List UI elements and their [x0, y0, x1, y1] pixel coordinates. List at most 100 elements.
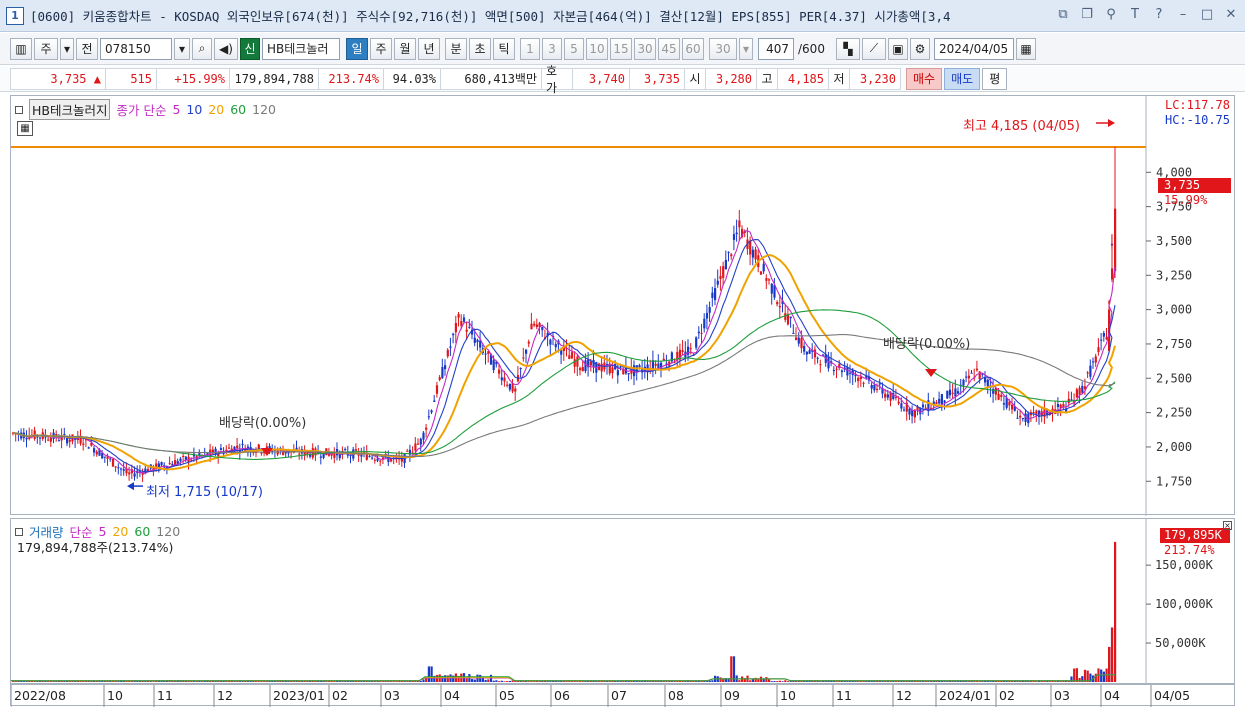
close-icon[interactable]: ✕ — [1223, 6, 1239, 22]
volume-bar — [503, 681, 506, 682]
volume-bar — [1108, 646, 1111, 682]
up-arrow-icon: ▲ — [93, 71, 101, 86]
volume-bar — [530, 681, 533, 682]
candle-body — [716, 280, 719, 285]
volume-chart-panel[interactable]: 150,000K 100,000K 50,000K 거래량 단순 5 20 60 1… — [10, 518, 1236, 685]
interval-3[interactable]: 3 — [542, 37, 562, 60]
volume-bar — [1102, 671, 1105, 682]
time-tick-label: 09 — [724, 688, 740, 703]
volume-bar — [152, 681, 155, 682]
ma20-line — [12, 253, 1116, 471]
volume-bar — [797, 681, 800, 682]
settings-gear-icon[interactable]: ⚙ — [910, 37, 930, 60]
trendline-icon[interactable]: ⟋ — [862, 37, 886, 60]
window-number-badge[interactable]: 1 — [6, 6, 24, 25]
minimize-icon[interactable]: – — [1175, 6, 1191, 22]
buy-button[interactable]: 매수 — [906, 67, 943, 90]
candle-body — [878, 383, 881, 385]
candle-body — [514, 388, 517, 392]
candle-body — [179, 458, 182, 461]
indicator-icon[interactable]: ▚ — [836, 37, 860, 60]
help-icon[interactable]: ? — [1151, 6, 1167, 22]
stock-code-input[interactable]: 078150 — [100, 37, 172, 60]
search-icon[interactable]: ⌕ — [192, 37, 212, 60]
interval-10[interactable]: 10 — [586, 37, 608, 60]
interval-5[interactable]: 5 — [564, 37, 584, 60]
volume-ratio: 213.74% — [318, 67, 384, 90]
volume-bar — [495, 680, 498, 682]
candle-body — [508, 383, 511, 390]
period-second[interactable]: 초 — [469, 37, 491, 60]
last-volume-tag: 179,895K — [1160, 528, 1230, 543]
period-day[interactable]: 일 — [346, 37, 368, 60]
volume-current: 179,894,788주(213.74%) — [17, 540, 174, 555]
candle-body — [454, 322, 457, 333]
volume-chart-svg[interactable]: 150,000K 100,000K 50,000K — [11, 519, 1236, 685]
price-chart-panel[interactable]: 4,000 3,750 3,500 3,250 3,000 2,750 2,500 2,250… — [10, 95, 1236, 516]
candle-body — [228, 447, 231, 449]
date-input[interactable]: 2024/04/05 — [934, 37, 1014, 60]
candle-body — [63, 433, 66, 435]
volume-legend-toggle-icon[interactable] — [15, 527, 23, 536]
candle-body — [573, 359, 576, 367]
legend-ma120: 120 — [252, 102, 276, 117]
candle-body — [446, 349, 449, 357]
prev-button[interactable]: 전 — [76, 37, 98, 60]
volume-bar — [427, 666, 430, 682]
candle-body — [122, 469, 125, 471]
candle-body — [93, 448, 96, 453]
table-view-icon[interactable]: ▦ — [17, 121, 33, 136]
price-chart-svg[interactable]: 4,0003,7503,5003,2503,0002,7502,5002,250… — [11, 96, 1236, 516]
last-price-tag: 3,735 — [1158, 178, 1231, 193]
layout-icon[interactable]: ▥ — [10, 37, 32, 60]
pin-icon[interactable]: ⚲ — [1103, 6, 1119, 22]
candle-body — [840, 370, 844, 373]
candle-body — [876, 388, 879, 390]
copy-window-icon[interactable]: ❐ — [1079, 6, 1095, 22]
maximize-icon[interactable]: □ — [1199, 6, 1215, 22]
legend-toggle-icon[interactable] — [15, 105, 23, 114]
candle-body — [1032, 412, 1035, 414]
interval-60[interactable]: 60 — [682, 37, 704, 60]
market-type-select[interactable]: 주 — [34, 37, 58, 60]
code-dropdown-icon[interactable]: ▾ — [174, 37, 190, 60]
period-month[interactable]: 월 — [394, 37, 416, 60]
period-minute[interactable]: 분 — [445, 37, 467, 60]
interval-1[interactable]: 1 — [520, 37, 540, 60]
last-volume-pct: 213.74% — [1164, 543, 1215, 557]
candle-body — [735, 232, 738, 235]
evaluate-button[interactable]: 평 — [982, 67, 1008, 90]
volume-bar — [1075, 668, 1078, 682]
interval-select[interactable]: 30 — [709, 37, 737, 60]
candle-body — [435, 385, 439, 394]
link-screen-icon[interactable]: ⧉ — [1055, 6, 1071, 22]
interval-45[interactable]: 45 — [658, 37, 680, 60]
candle-body — [109, 458, 112, 460]
interval-30[interactable]: 30 — [634, 37, 656, 60]
data-count-input[interactable]: 407 — [758, 37, 794, 60]
period-year[interactable]: 년 — [418, 37, 440, 60]
sell-button[interactable]: 매도 — [944, 67, 981, 90]
candle-body — [957, 391, 960, 394]
calendar-icon[interactable]: ▦ — [1016, 37, 1036, 60]
panel-close-icon[interactable]: × — [1223, 521, 1232, 530]
chevron-down-icon[interactable]: ▾ — [60, 37, 74, 60]
interval-dropdown-icon[interactable]: ▾ — [739, 37, 753, 60]
time-tick-label: 2023/01 — [273, 688, 325, 703]
volume-bar — [103, 681, 106, 682]
candle-body — [133, 473, 136, 477]
volume-bar — [700, 681, 703, 682]
font-icon[interactable]: T — [1127, 6, 1143, 22]
legend-stock-name[interactable]: HB테크놀러지 — [29, 99, 111, 120]
candle-body — [465, 329, 468, 332]
period-week[interactable]: 주 — [370, 37, 392, 60]
candle-body — [117, 467, 120, 469]
period-tick[interactable]: 틱 — [493, 37, 515, 60]
volume-bar — [662, 681, 665, 682]
volume-ma20-line — [11, 674, 1115, 682]
save-icon[interactable]: ▣ — [888, 37, 908, 60]
speaker-icon[interactable]: ◀) — [214, 37, 238, 60]
price-tick-label: 2,750 — [1156, 337, 1192, 351]
interval-15[interactable]: 15 — [610, 37, 632, 60]
candle-body — [498, 369, 501, 374]
